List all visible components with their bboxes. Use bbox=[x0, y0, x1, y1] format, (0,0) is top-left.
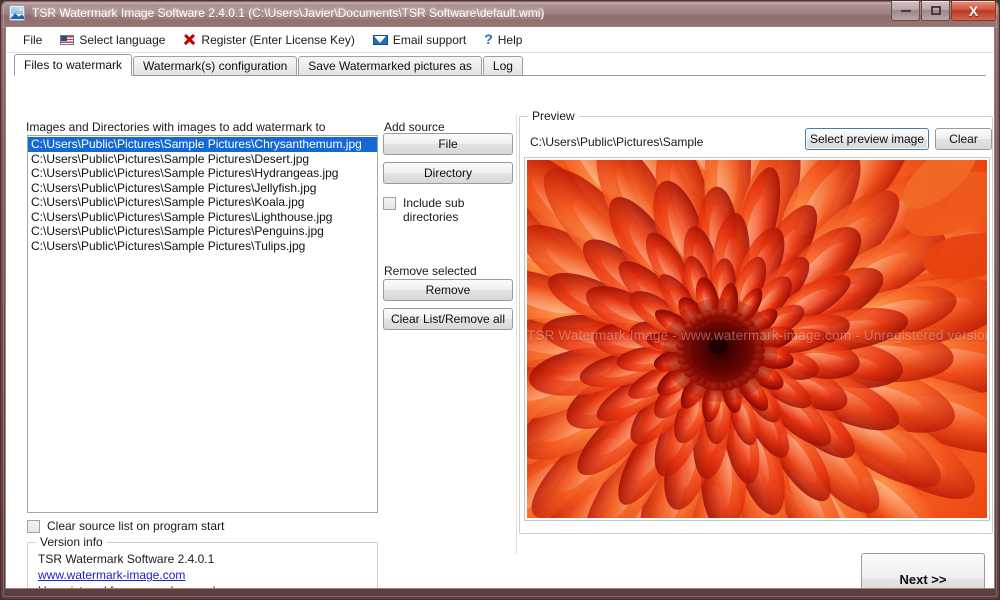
preview-path: C:\Users\Public\Pictures\Sample bbox=[530, 135, 704, 149]
version-info-group: Version info TSR Watermark Software 2.4.… bbox=[27, 535, 378, 588]
tab-log[interactable]: Log bbox=[482, 56, 523, 75]
minimize-icon bbox=[900, 9, 911, 12]
tab-files-to-watermark[interactable]: Files to watermark bbox=[14, 54, 133, 76]
maximize-icon bbox=[930, 6, 941, 15]
menu-item-label: Help bbox=[497, 32, 523, 47]
list-item[interactable]: C:\Users\Public\Pictures\Sample Pictures… bbox=[28, 195, 377, 210]
minimize-button[interactable] bbox=[891, 1, 920, 21]
menu-item-help[interactable]: ? Help bbox=[475, 30, 531, 50]
source-file-list[interactable]: C:\Users\Public\Pictures\Sample Pictures… bbox=[27, 135, 378, 513]
select-preview-image-button[interactable]: Select preview image bbox=[805, 128, 929, 150]
include-sub-directories-checkbox-row[interactable]: Include sub directories bbox=[383, 196, 508, 224]
tab-watermarks-configuration[interactable]: Watermark(s) configuration bbox=[133, 56, 298, 75]
tab-save-watermarked-pictures-as[interactable]: Save Watermarked pictures as bbox=[298, 56, 482, 75]
menu-item-register[interactable]: Register (Enter License Key) bbox=[174, 30, 363, 50]
clear-source-list-label: Clear source list on program start bbox=[47, 519, 225, 533]
window-title: TSR Watermark Image Software 2.4.0.1 (C:… bbox=[32, 6, 545, 20]
remove-selected-label: Remove selected bbox=[384, 264, 477, 278]
preview-title: Preview bbox=[528, 109, 579, 123]
website-link[interactable]: www.watermark-image.com bbox=[38, 568, 185, 582]
application-window: TSR Watermark Image Software 2.4.0.1 (C:… bbox=[0, 0, 1000, 600]
clear-source-list-checkbox-row[interactable]: Clear source list on program start bbox=[27, 519, 224, 533]
remove-button[interactable]: Remove bbox=[383, 279, 513, 301]
checkbox-icon[interactable] bbox=[27, 520, 40, 533]
close-button[interactable]: X bbox=[951, 1, 996, 21]
flag-us-icon bbox=[60, 34, 75, 45]
window-controls: X bbox=[890, 1, 996, 22]
list-item[interactable]: C:\Users\Public\Pictures\Sample Pictures… bbox=[28, 166, 377, 181]
close-icon: X bbox=[968, 2, 979, 19]
tab-label: Log bbox=[492, 59, 513, 73]
preview-group: Preview C:\Users\Public\Pictures\Sample … bbox=[519, 109, 993, 534]
tab-label: Watermark(s) configuration bbox=[143, 59, 288, 73]
menu-bar: File Select language Register (Enter Lic… bbox=[6, 27, 994, 53]
menu-item-label: Email support bbox=[392, 32, 467, 47]
envelope-icon bbox=[372, 34, 388, 45]
checkbox-icon[interactable] bbox=[383, 197, 396, 210]
red-x-icon bbox=[183, 33, 196, 46]
tab-strip: Files to watermark Watermark(s) configur… bbox=[14, 54, 986, 76]
picture-icon bbox=[9, 5, 25, 21]
preview-image-frame: TSR Watermark Image - www.watermark-imag… bbox=[524, 157, 990, 521]
next-button[interactable]: Next >> bbox=[861, 553, 985, 588]
tab-label: Files to watermark bbox=[24, 58, 123, 72]
add-source-label: Add source bbox=[384, 120, 445, 134]
chrysanthemum-flower-illustration bbox=[527, 160, 987, 518]
add-directory-button[interactable]: Directory bbox=[383, 162, 513, 184]
clear-preview-button[interactable]: Clear bbox=[935, 128, 992, 150]
version-info-title: Version info bbox=[36, 535, 107, 549]
preview-image[interactable]: TSR Watermark Image - www.watermark-imag… bbox=[527, 160, 987, 518]
list-item[interactable]: C:\Users\Public\Pictures\Sample Pictures… bbox=[28, 210, 377, 225]
list-item[interactable]: C:\Users\Public\Pictures\Sample Pictures… bbox=[28, 152, 377, 167]
menu-item-file[interactable]: File bbox=[14, 30, 51, 50]
list-item[interactable]: C:\Users\Public\Pictures\Sample Pictures… bbox=[28, 239, 377, 254]
maximize-button[interactable] bbox=[921, 1, 950, 21]
list-item[interactable]: C:\Users\Public\Pictures\Sample Pictures… bbox=[28, 137, 377, 152]
registration-status: Unregistered for personal use only bbox=[38, 584, 377, 588]
include-sub-directories-label: Include sub directories bbox=[403, 196, 465, 224]
menu-item-label: Select language bbox=[79, 32, 166, 47]
list-item[interactable]: C:\Users\Public\Pictures\Sample Pictures… bbox=[28, 224, 377, 239]
menu-item-label: File bbox=[23, 32, 43, 47]
add-file-button[interactable]: File bbox=[383, 133, 513, 155]
menu-item-label: Register (Enter License Key) bbox=[201, 32, 355, 47]
menu-item-email-support[interactable]: Email support bbox=[364, 30, 475, 50]
client-area: File Select language Register (Enter Lic… bbox=[5, 26, 995, 589]
list-item[interactable]: C:\Users\Public\Pictures\Sample Pictures… bbox=[28, 181, 377, 196]
question-mark-icon: ? bbox=[484, 31, 493, 47]
images-list-label: Images and Directories with images to ad… bbox=[26, 120, 326, 134]
version-product: TSR Watermark Software 2.4.0.1 bbox=[38, 552, 215, 566]
tab-page-files-to-watermark: Images and Directories with images to ad… bbox=[14, 75, 993, 588]
tab-label: Save Watermarked pictures as bbox=[308, 59, 472, 73]
menu-item-select-language[interactable]: Select language bbox=[51, 30, 174, 50]
clear-list-remove-all-button[interactable]: Clear List/Remove all bbox=[383, 308, 513, 330]
title-bar[interactable]: TSR Watermark Image Software 2.4.0.1 (C:… bbox=[0, 0, 1000, 26]
column-divider bbox=[516, 114, 517, 554]
